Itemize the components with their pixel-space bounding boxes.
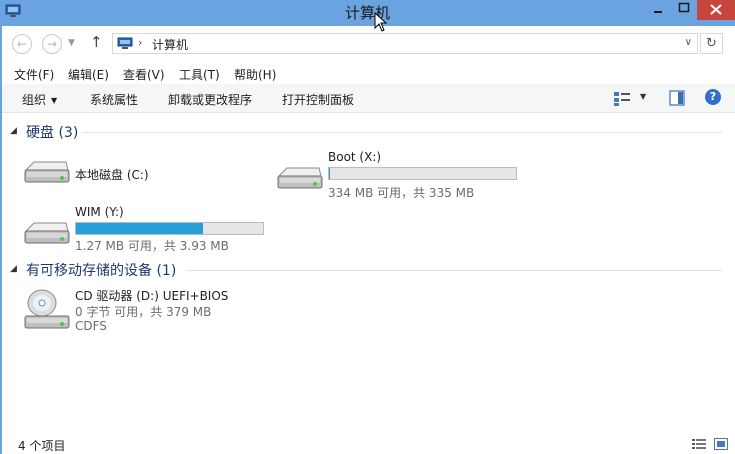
recent-locations-dropdown[interactable]: ▼: [68, 38, 75, 48]
menu-tools[interactable]: 工具(T): [179, 66, 220, 83]
view-options-icon[interactable]: [611, 90, 641, 107]
up-arrow-icon[interactable]: ↑: [90, 33, 103, 51]
help-icon[interactable]: ?: [705, 89, 721, 105]
explorer-window: ← → ▼ ↑ › 计算机 ∨ ↻ 文件(F) 编辑(E) 查看(V) 工具(T…: [2, 26, 735, 454]
forward-button[interactable]: →: [42, 34, 62, 54]
minimize-button[interactable]: [645, 0, 671, 20]
divider: [186, 270, 722, 271]
drive-filesystem: CDFS: [75, 319, 107, 333]
group-header-hard-disks[interactable]: ◢ 硬盘 (3): [10, 122, 722, 142]
drive-c[interactable]: 本地磁盘 (C:): [22, 152, 262, 204]
group-label: 有可移动存储的设备 (1): [26, 263, 177, 279]
system-properties-button[interactable]: 系统属性: [90, 91, 138, 108]
back-button[interactable]: ←: [12, 34, 32, 54]
hard-drive-icon: [24, 161, 70, 183]
hard-drive-icon: [277, 167, 323, 189]
organize-button[interactable]: 组织 ▼: [22, 91, 57, 108]
drive-y[interactable]: WIM (Y:) 1.27 MB 可用，共 3.93 MB: [22, 205, 272, 257]
drive-name: Boot (X:): [328, 150, 382, 164]
drive-space-info: 0 字节 可用，共 379 MB: [75, 305, 212, 319]
menu-view[interactable]: 查看(V): [123, 66, 165, 83]
menu-help[interactable]: 帮助(H): [234, 66, 276, 83]
drive-x[interactable]: Boot (X:) 334 MB 可用，共 335 MB: [275, 150, 525, 202]
item-count: 4 个项目: [18, 439, 66, 453]
capacity-bar: [328, 167, 517, 180]
large-icons-view-icon[interactable]: [714, 438, 728, 450]
drive-name: CD 驱动器 (D:) UEFI+BIOS: [75, 289, 229, 303]
menu-file[interactable]: 文件(F): [14, 66, 54, 83]
capacity-bar: [75, 222, 264, 235]
collapse-chevron-icon[interactable]: ◢: [10, 264, 17, 274]
group-label: 硬盘 (3): [26, 125, 79, 141]
cd-drive-icon: [24, 289, 70, 329]
navigation-bar: ← → ▼ ↑ › 计算机 ∨ ↻: [2, 26, 735, 60]
collapse-chevron-icon[interactable]: ◢: [10, 126, 17, 136]
maximize-button[interactable]: [671, 0, 697, 20]
chevron-down-icon[interactable]: ∨: [685, 37, 692, 48]
details-view-icon[interactable]: [692, 438, 706, 450]
refresh-icon[interactable]: ↻: [700, 33, 723, 54]
drive-space-info: 1.27 MB 可用，共 3.93 MB: [75, 239, 229, 253]
capacity-fill: [329, 168, 330, 179]
breadcrumb-separator[interactable]: ›: [138, 36, 142, 49]
menu-bar: 文件(F) 编辑(E) 查看(V) 工具(T) 帮助(H): [2, 62, 735, 84]
drive-name: WIM (Y:): [75, 205, 124, 219]
view-dropdown[interactable]: ▼: [640, 92, 646, 101]
command-bar: 组织 ▼ 系统属性 卸载或更改程序 打开控制面板 ▼ ?: [2, 84, 735, 113]
drive-space-info: 334 MB 可用，共 335 MB: [328, 186, 475, 200]
address-bar[interactable]: › 计算机 ∨: [112, 33, 698, 54]
capacity-fill: [76, 223, 203, 234]
open-control-panel-button[interactable]: 打开控制面板: [282, 91, 354, 108]
drive-name: 本地磁盘 (C:): [75, 168, 149, 182]
uninstall-program-button[interactable]: 卸载或更改程序: [168, 91, 252, 108]
hard-drive-icon: [24, 222, 70, 244]
menu-edit[interactable]: 编辑(E): [68, 66, 109, 83]
preview-pane-icon[interactable]: [669, 90, 685, 106]
close-button[interactable]: [697, 0, 735, 20]
status-bar: 4 个项目: [2, 434, 735, 454]
drive-d[interactable]: CD 驱动器 (D:) UEFI+BIOS 0 字节 可用，共 379 MB C…: [22, 287, 282, 335]
window-title: 计算机: [344, 4, 390, 22]
computer-icon: [117, 37, 133, 49]
breadcrumb-computer[interactable]: 计算机: [152, 36, 188, 53]
divider: [82, 132, 722, 133]
title-bar: 计算机: [0, 0, 735, 26]
group-header-removable[interactable]: ◢ 有可移动存储的设备 (1): [10, 260, 722, 280]
mouse-cursor-icon: [374, 12, 388, 32]
